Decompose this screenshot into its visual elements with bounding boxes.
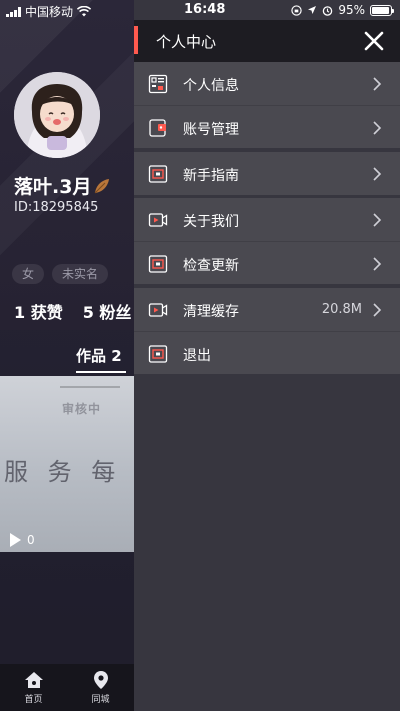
- chevron-right-icon: [372, 257, 382, 271]
- menu-item-account-manage[interactable]: 账号管理: [134, 105, 400, 148]
- chevron-right-icon: [372, 303, 382, 317]
- location-icon: [308, 6, 317, 14]
- status-right: 95%: [291, 3, 394, 17]
- menu-group-system: 清理缓存 20.8M 退出: [134, 288, 400, 374]
- play-icon: [10, 533, 21, 547]
- wifi-icon: [77, 6, 92, 17]
- tab-works-indicator: [76, 371, 126, 373]
- menu-item-clear-cache[interactable]: 清理缓存 20.8M: [134, 288, 400, 331]
- rotation-lock-icon: [291, 4, 303, 16]
- about-icon: [148, 210, 168, 230]
- menu-item-about[interactable]: 关于我们: [134, 198, 400, 241]
- username: 落叶.3月: [14, 172, 111, 199]
- status-left: 中国移动: [6, 3, 92, 20]
- play-count-value: 0: [27, 533, 35, 547]
- nav-home[interactable]: 首页: [24, 670, 44, 705]
- carrier-label: 中国移动: [25, 5, 74, 19]
- avatar-illustration: [14, 72, 100, 158]
- menu-item-profile-info[interactable]: 个人信息: [134, 62, 400, 105]
- chevron-right-icon: [372, 167, 382, 181]
- battery-percent: 95%: [338, 3, 365, 17]
- drawer-header: 个人中心: [134, 20, 400, 62]
- cache-size-value: 20.8M: [321, 302, 362, 317]
- home-icon: [24, 672, 43, 688]
- bottom-nav: 首页 同城: [0, 664, 134, 711]
- drawer-title: 个人中心: [156, 33, 217, 51]
- battery-fill: [372, 6, 390, 14]
- chevron-right-icon: [372, 213, 382, 227]
- nav-city-label: 同城: [91, 695, 110, 705]
- profile-stats: 1 获赞 5 粉丝: [14, 299, 131, 323]
- menu-item-check-update[interactable]: 检查更新: [134, 241, 400, 284]
- profile-info-icon: [148, 74, 168, 94]
- menu-label-guide: 新手指南: [183, 168, 239, 184]
- nav-home-label: 首页: [24, 695, 43, 705]
- profile-tags: 女 未实名: [12, 264, 109, 284]
- menu-label-profile-info: 个人信息: [183, 78, 239, 94]
- menu-group-about: 关于我们 检查更新: [134, 198, 400, 284]
- alarm-icon: [323, 5, 333, 16]
- chevron-right-icon: [372, 77, 382, 91]
- menu-label-clear-cache: 清理缓存: [183, 304, 239, 320]
- nav-city[interactable]: 同城: [91, 670, 111, 705]
- menu-item-guide[interactable]: 新手指南: [134, 152, 400, 195]
- drawer-accent-bar: [134, 26, 138, 54]
- profile-page: 落叶.3月 ID:18295845 女 未实名 1 获赞 5 粉丝 作品 2 审…: [0, 0, 134, 711]
- status-bar: 中国移动 16:48 95%: [0, 0, 400, 20]
- logout-icon: [148, 344, 168, 364]
- gender-tag: 女: [12, 264, 45, 284]
- clock: 16:48: [184, 2, 226, 17]
- tab-works[interactable]: 作品 2: [76, 345, 122, 366]
- leaf-icon: [95, 179, 110, 194]
- guide-icon: [148, 164, 168, 184]
- personal-center-drawer: 个人中心 个人信息 账号管理 新手指南 关于我们 检查更新 清理缓存 20.8M…: [134, 0, 400, 711]
- menu-label-logout: 退出: [183, 348, 211, 364]
- video-thumbnail[interactable]: 审核中 服 务 每 个 0: [0, 376, 134, 552]
- menu-item-logout[interactable]: 退出: [134, 331, 400, 374]
- account-manage-icon: [148, 118, 168, 138]
- menu-group-account: 个人信息 账号管理: [134, 62, 400, 148]
- menu-label-check-update: 检查更新: [183, 258, 239, 274]
- fans-count[interactable]: 5 粉丝: [83, 299, 132, 323]
- review-status-badge: 审核中: [62, 402, 102, 416]
- chevron-right-icon: [372, 121, 382, 135]
- signal-icon: [6, 6, 21, 17]
- close-button[interactable]: [362, 29, 386, 53]
- likes-count[interactable]: 1 获赞: [14, 299, 63, 323]
- clear-cache-icon: [148, 300, 168, 320]
- thumb-divider: [60, 386, 120, 388]
- avatar[interactable]: [14, 72, 100, 158]
- play-count: 0: [10, 532, 40, 548]
- video-overlay-text: 服 务 每 个: [4, 458, 134, 486]
- location-pin-icon: [93, 671, 108, 689]
- close-icon: [364, 31, 384, 51]
- battery-icon: [370, 4, 394, 16]
- realname-tag: 未实名: [52, 264, 109, 284]
- menu-label-about: 关于我们: [183, 214, 239, 230]
- menu-group-guide: 新手指南: [134, 152, 400, 195]
- user-id: ID:18295845: [14, 200, 99, 215]
- update-icon: [148, 254, 168, 274]
- menu-label-account-manage: 账号管理: [183, 122, 239, 138]
- username-text: 落叶.3月: [14, 176, 92, 198]
